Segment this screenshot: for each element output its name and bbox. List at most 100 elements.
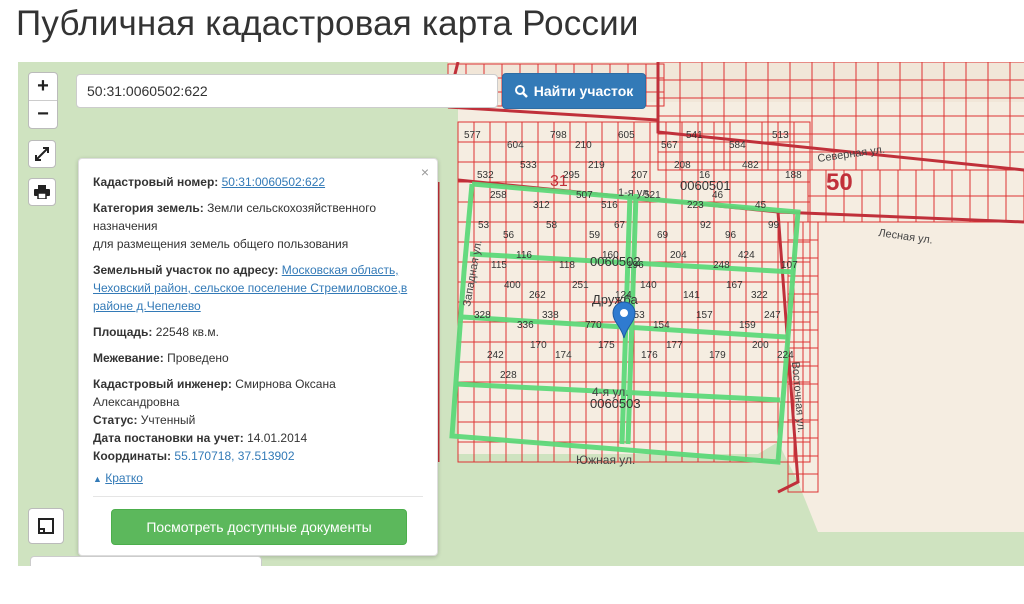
caret-up-icon: ▲	[93, 474, 102, 484]
coords-label: Координаты:	[93, 449, 172, 463]
parcel-number-label: 219	[588, 160, 605, 171]
parcel-number-label: 400	[504, 280, 521, 291]
parcel-number-label: 99	[768, 220, 780, 231]
parcel-number-label: 770	[585, 320, 602, 331]
page-title: Публичная кадастровая карта России	[16, 4, 639, 43]
parcel-number-label: 140	[640, 280, 657, 291]
parcel-number-label: 312	[533, 200, 550, 211]
survey-value: Проведено	[167, 351, 229, 365]
parcel-number-label: 16	[699, 170, 711, 181]
coords-link[interactable]: 55.170718, 37.513902	[174, 449, 294, 463]
parcel-number-label: 533	[520, 160, 537, 171]
parcel-number-label: 159	[739, 320, 756, 331]
frame-icon	[38, 518, 54, 534]
parcel-number-label: 338	[542, 310, 559, 321]
layers-button[interactable]	[28, 508, 64, 544]
street-label-south: Южная ул.	[576, 453, 635, 467]
parcel-number-label: 424	[738, 250, 755, 261]
parcel-number-label: 176	[641, 350, 658, 361]
cadastral-number-link[interactable]: 50:31:0060502:622	[222, 175, 325, 189]
parcel-number-label: 541	[686, 130, 703, 141]
view-documents-button[interactable]: Посмотреть доступные документы	[111, 509, 407, 545]
parcel-number-label: 336	[517, 320, 534, 331]
parcel-number-label: 118	[559, 260, 575, 271]
parcel-number-label: 96	[725, 230, 737, 241]
date-value: 14.01.2014	[247, 431, 308, 445]
parcel-number-label: 177	[666, 340, 683, 351]
printer-icon	[34, 185, 50, 199]
survey-label: Межевание:	[93, 351, 164, 365]
search-input[interactable]	[76, 74, 498, 108]
parcel-number-label: 228	[500, 370, 517, 381]
district-label-50: 50	[826, 169, 853, 196]
parcel-number-label: 521	[644, 190, 661, 201]
parcel-number-label: 242	[487, 350, 504, 361]
parcel-number-label: 207	[631, 170, 648, 181]
parcel-number-label: 46	[712, 190, 724, 201]
cadastral-number-label: Кадастровый номер:	[93, 175, 219, 189]
engineer-row: Кадастровый инженер: Смирнова Оксана Але…	[93, 375, 423, 411]
divider	[93, 496, 423, 497]
cadastral-map[interactable]: 50 31 0060501 0060502 0060503 Дружба Южн…	[18, 62, 1024, 566]
parcel-number-label: 513	[772, 130, 789, 141]
parcel-number-label: 45	[755, 200, 767, 211]
parcel-number-label: 247	[764, 310, 781, 321]
parcel-number-label: 115	[491, 260, 507, 271]
parcel-number-label: 224	[777, 350, 794, 361]
date-label: Дата постановки на учет:	[93, 431, 244, 445]
address-row: Земельный участок по адресу: Московская …	[93, 261, 423, 315]
engineer-label: Кадастровый инженер:	[93, 377, 232, 391]
zoom-in-button[interactable]: +	[29, 73, 57, 100]
parcel-number-label: 577	[464, 130, 481, 141]
parcel-number-label: 175	[598, 340, 615, 351]
coords-row: Координаты: 55.170718, 37.513902	[93, 447, 423, 465]
parcel-number-label: 248	[713, 260, 730, 271]
bottom-panel-tab[interactable]	[30, 556, 262, 566]
zoom-out-button[interactable]: −	[29, 100, 57, 128]
land-category-row: Категория земель: Земли сельскохозяйстве…	[93, 199, 423, 253]
area-value: 22548 кв.м.	[155, 325, 219, 339]
parcel-number-label: 223	[687, 200, 704, 211]
search-button[interactable]: Найти участок	[502, 73, 646, 109]
fullscreen-button[interactable]	[28, 140, 56, 168]
parcel-number-label: 167	[726, 280, 743, 291]
parcel-number-label: 157	[696, 310, 713, 321]
parcel-number-label: 174	[555, 350, 572, 361]
street-label-4: 4-я ул.	[592, 385, 629, 399]
parcel-number-label: 107	[781, 260, 798, 271]
parcel-number-label: 69	[657, 230, 669, 241]
print-button[interactable]	[28, 178, 56, 206]
status-label: Статус:	[93, 413, 138, 427]
close-icon[interactable]: ×	[421, 163, 429, 181]
expand-icon	[35, 147, 49, 161]
parcel-number-label: 604	[507, 140, 524, 151]
parcel-number-label: 605	[618, 130, 635, 141]
parcel-number-label: 210	[575, 140, 592, 151]
parcel-number-label: 56	[503, 230, 515, 241]
parcel-number-label: 208	[674, 160, 691, 171]
status-row: Статус: Учтенный	[93, 411, 423, 429]
parcel-number-label: 154	[653, 320, 670, 331]
parcel-number-label: 59	[589, 230, 601, 241]
brief-row: ▲ Кратко	[93, 469, 423, 488]
parcel-number-label: 507	[576, 190, 593, 201]
parcel-number-label: 160	[602, 250, 619, 261]
parcel-number-label: 67	[614, 220, 626, 231]
zoom-control: + −	[28, 72, 58, 129]
date-row: Дата постановки на учет: 14.01.2014	[93, 429, 423, 447]
land-category-label: Категория земель:	[93, 201, 204, 215]
parcel-number-label: 798	[550, 130, 567, 141]
parcel-number-label: 200	[752, 340, 769, 351]
survey-row: Межевание: Проведено	[93, 349, 423, 367]
parcel-number-label: 116	[516, 250, 532, 261]
area-label: Площадь:	[93, 325, 153, 339]
parcel-number-label: 251	[572, 280, 589, 291]
parcel-number-label: 170	[530, 340, 547, 351]
parcel-number-label: 584	[729, 140, 746, 151]
brief-link[interactable]: Кратко	[105, 471, 143, 485]
parcel-number-label: 328	[474, 310, 491, 321]
cadastral-number-row: Кадастровый номер: 50:31:0060502:622	[93, 173, 423, 191]
parcel-number-label: 258	[490, 190, 507, 201]
parcel-number-label: 58	[546, 220, 558, 231]
parcel-number-label: 124	[615, 290, 632, 301]
